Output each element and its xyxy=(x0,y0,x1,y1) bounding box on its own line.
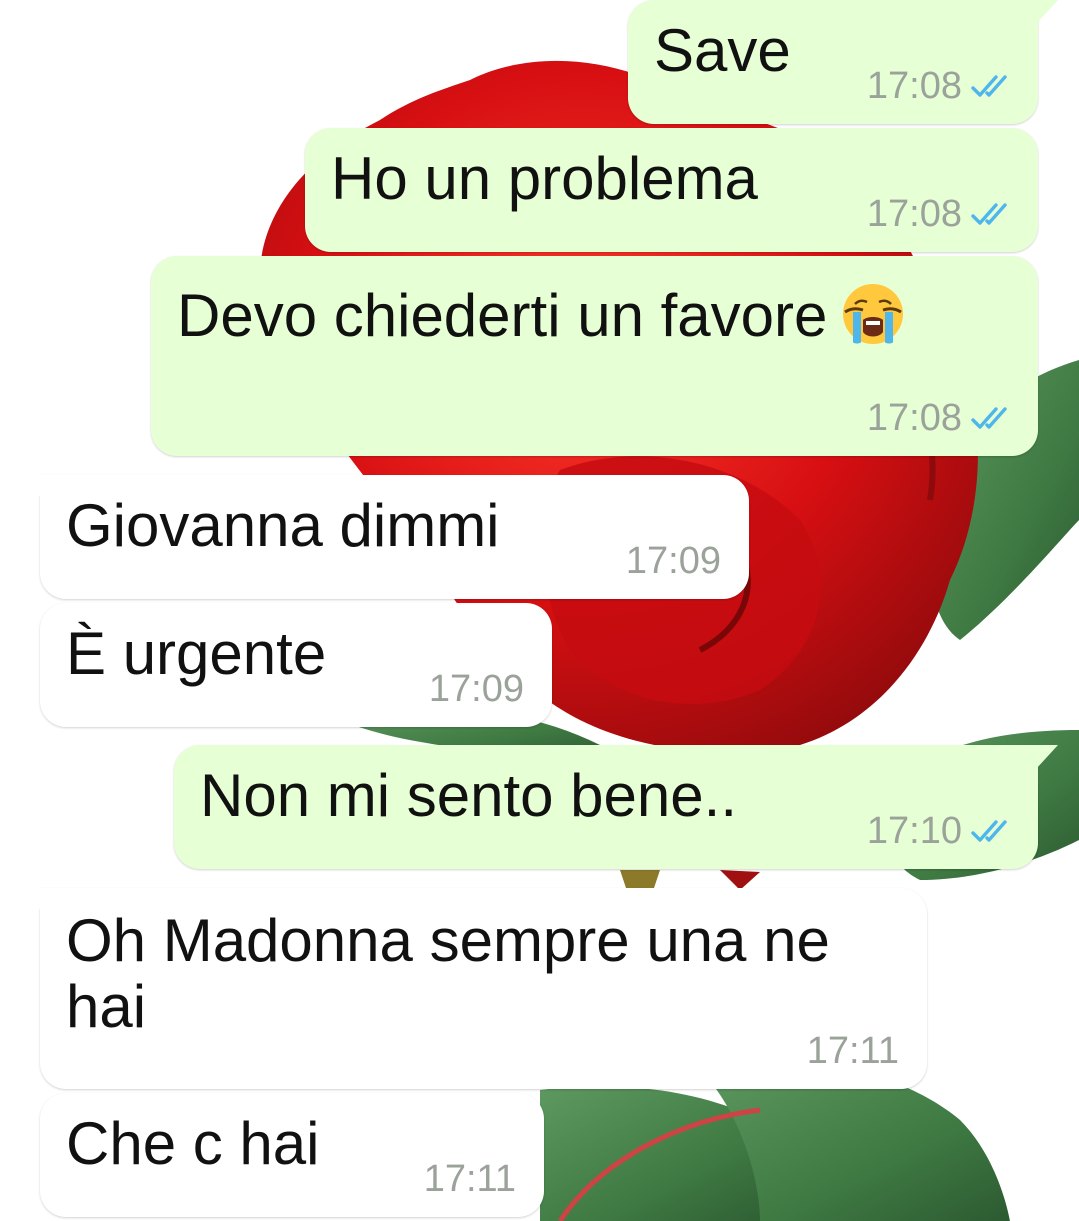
message-text: Save xyxy=(654,17,791,84)
message-bubble-outgoing[interactable]: Non mi sento bene.. 17:10 xyxy=(174,745,1058,869)
read-double-check-icon xyxy=(971,407,1007,429)
message-bubble-outgoing[interactable]: Save 17:08 xyxy=(628,0,1058,124)
read-double-check-icon xyxy=(971,203,1007,225)
message-text: Non mi sento bene.. xyxy=(200,762,737,829)
message-text-content: Devo chiederti un favore xyxy=(177,282,828,349)
message-meta: 17:08 xyxy=(867,398,1016,438)
message-time: 17:08 xyxy=(866,193,962,235)
message-meta: 17:10 xyxy=(867,811,1016,851)
message-bubble-incoming[interactable]: Giovanna dimmi 17:09 xyxy=(20,475,749,599)
read-double-check-icon xyxy=(971,820,1007,842)
message-time: 17:10 xyxy=(866,810,962,852)
message-time: 17:09 xyxy=(625,540,721,582)
message-meta: 17:08 xyxy=(867,194,1016,234)
message-text: Giovanna dimmi xyxy=(66,492,500,559)
message-text: Devo chiederti un favore xyxy=(177,282,905,349)
message-time: 17:08 xyxy=(866,397,962,439)
message-time: 17:08 xyxy=(866,65,962,107)
loudly-crying-face-icon xyxy=(843,284,904,344)
message-bubble-outgoing[interactable]: Devo chiederti un favore 17:08 xyxy=(151,256,1038,456)
message-text: È urgente xyxy=(66,620,327,687)
message-time: 17:11 xyxy=(806,1030,899,1072)
message-meta: 17:09 xyxy=(626,541,721,581)
message-text: Oh Madonna sempre una ne hai xyxy=(66,907,830,1040)
message-meta: 17:11 xyxy=(807,1031,899,1071)
message-bubble-incoming[interactable]: È urgente 17:09 xyxy=(40,603,552,727)
message-meta: 17:09 xyxy=(429,669,524,709)
message-bubble-outgoing[interactable]: Ho un problema 17:08 xyxy=(305,128,1038,252)
message-bubble-incoming[interactable]: Che c hai 17:11 xyxy=(40,1093,544,1217)
read-double-check-icon xyxy=(971,75,1007,97)
message-bubble-incoming[interactable]: Oh Madonna sempre una ne hai 17:11 xyxy=(20,888,927,1089)
message-text: Ho un problema xyxy=(331,145,758,212)
message-text: Che c hai xyxy=(66,1110,320,1177)
message-time: 17:09 xyxy=(428,668,524,710)
message-meta: 17:08 xyxy=(867,66,1016,106)
message-meta: 17:11 xyxy=(424,1159,516,1199)
message-time: 17:11 xyxy=(423,1158,516,1200)
